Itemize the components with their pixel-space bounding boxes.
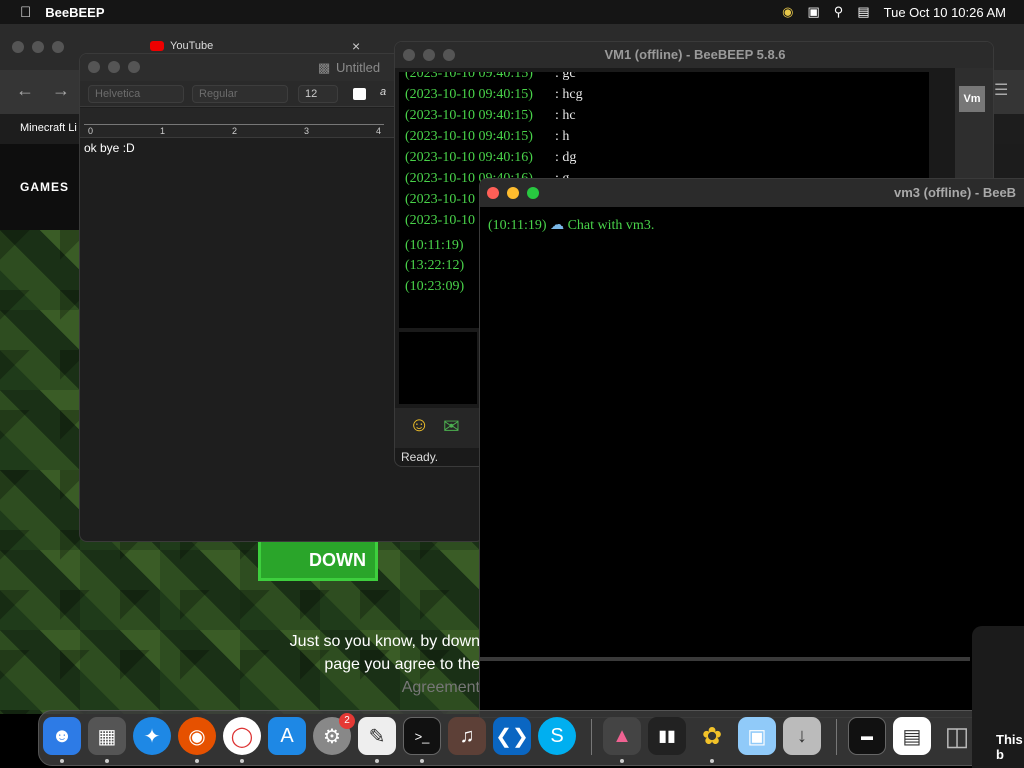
highlight-icon[interactable]: a <box>380 86 386 98</box>
running-indicator <box>710 759 714 763</box>
running-indicator <box>195 759 199 763</box>
preview-icon[interactable]: ▣ <box>738 717 776 755</box>
notification-badge: 2 <box>339 713 355 729</box>
launchpad-icon[interactable]: ▦ <box>88 717 126 755</box>
avatar[interactable]: Vm <box>959 86 985 112</box>
close-button[interactable] <box>12 41 24 53</box>
message-input[interactable] <box>399 332 477 404</box>
zoom-button[interactable] <box>128 61 140 73</box>
chat-bubble-icon: ☁ <box>550 218 565 233</box>
ruler-mark: 4 <box>376 126 382 136</box>
emoji-icon[interactable]: ☺ <box>409 414 429 437</box>
status-text: Ready. <box>401 450 439 464</box>
font-size-select[interactable]: 12 <box>298 85 338 103</box>
bookmark-minecraft[interactable]: Minecraft Li <box>20 122 77 134</box>
forward-icon[interactable]: → <box>52 80 70 101</box>
chrome-icon[interactable]: ◯ <box>223 717 261 755</box>
chat-line: (2023-10-10 09:40:15): gc <box>405 72 576 81</box>
ruler-mark: 1 <box>160 126 166 136</box>
chat-line: (2023-10-10 09:40:15): hc <box>405 108 576 123</box>
font-family-select[interactable]: Helvetica <box>88 85 184 103</box>
disclaimer-text: Just so you know, by down page you agree… <box>289 633 480 696</box>
beebeep-icon[interactable]: ✿ <box>693 717 731 755</box>
screen-recorder-icon[interactable]: ▬ <box>848 717 886 755</box>
running-indicator <box>420 759 424 763</box>
clock[interactable]: Tue Oct 10 10:26 AM <box>884 5 1006 20</box>
apple-icon[interactable]:  <box>20 4 31 21</box>
running-indicator <box>620 759 624 763</box>
chat-line: (2023-10-10 09:40:15): h <box>405 129 570 144</box>
zoom-button[interactable] <box>527 187 539 199</box>
chat-line: (2023-10-10 09:40:15): hcg <box>405 87 583 102</box>
screen-mirror-icon[interactable]: ▣ <box>808 4 820 20</box>
terminal-icon[interactable]: >_ <box>403 717 441 755</box>
running-indicator <box>240 759 244 763</box>
close-button[interactable] <box>88 61 100 73</box>
app-store-icon[interactable]: A <box>268 717 306 755</box>
chat-line: (2023-10-10 09:40:16): dg <box>405 150 577 165</box>
ruler-mark: 2 <box>232 126 238 136</box>
ruler-mark: 0 <box>88 126 94 136</box>
running-indicator <box>105 759 109 763</box>
minimize-button[interactable] <box>507 187 519 199</box>
vm3-chat-window: vm3 (offline) - BeeB (10:11:19) ☁ Chat w… <box>479 178 1024 718</box>
control-center-icon[interactable]: ▤ <box>857 4 869 20</box>
browser-tab-youtube[interactable]: YouTube <box>150 40 213 52</box>
chat-line: (10:11:19) <box>405 238 464 253</box>
close-button[interactable] <box>487 187 499 199</box>
skype-icon[interactable]: S <box>538 717 576 755</box>
ruler-line <box>84 124 384 125</box>
text-color-swatch[interactable] <box>353 88 366 100</box>
zoom-button[interactable] <box>52 41 64 53</box>
dock: ☻ ▦ ✦ ◉ ◯ A ⚙ 2 ✎ >_ ♫ ❮❯ S ▲ ▮▮ ✿ ▣ ↓ ▬… <box>38 710 988 766</box>
piano-icon[interactable]: ▮▮ <box>648 717 686 755</box>
vscode-icon[interactable]: ❮❯ <box>493 717 531 755</box>
tab-close-icon[interactable]: × <box>352 38 360 54</box>
downloads-icon[interactable]: ↓ <box>783 717 821 755</box>
font-style-select[interactable]: Regular <box>192 85 288 103</box>
back-icon[interactable]: ← <box>16 80 34 101</box>
minimize-button[interactable] <box>423 49 435 61</box>
menu-bar:  BeeBEEP ◉ ▣ ⚲ ▤ Tue Oct 10 10:26 AM <box>0 0 1024 24</box>
document-icon: ▩ <box>318 60 331 75</box>
chat-line: (10:11:19) ☁ Chat with vm3. <box>488 218 655 233</box>
dock-divider <box>836 719 837 755</box>
vm1-title-bar[interactable]: VM1 (offline) - BeeBEEP 5.8.6 <box>395 42 993 68</box>
send-mail-icon[interactable]: ✉ <box>443 414 460 439</box>
notification[interactable]: This b <box>972 626 1024 768</box>
zoom-button[interactable] <box>443 49 455 61</box>
window-title: vm3 (offline) - BeeB <box>894 185 1017 200</box>
ruler-mark: 3 <box>304 126 310 136</box>
window-title: VM1 (offline) - BeeBEEP 5.8.6 <box>604 47 786 62</box>
minimize-button[interactable] <box>108 61 120 73</box>
nav-games[interactable]: GAMES <box>20 180 69 194</box>
garageband-icon[interactable]: ♫ <box>448 717 486 755</box>
finder-icon[interactable]: ☻ <box>43 717 81 755</box>
document-icon[interactable]: ▤ <box>893 717 931 755</box>
running-indicator <box>375 759 379 763</box>
safari-icon[interactable]: ✦ <box>133 717 171 755</box>
window-title: Untitled <box>336 60 381 75</box>
firefox-icon[interactable]: ◉ <box>178 717 216 755</box>
menu-icon[interactable]: ☰ <box>994 80 1008 100</box>
dock-divider <box>591 719 592 755</box>
close-button[interactable] <box>403 49 415 61</box>
minimize-button[interactable] <box>32 41 44 53</box>
youtube-icon <box>150 41 164 51</box>
running-indicator <box>60 759 64 763</box>
beebeep-status-icon[interactable]: ◉ <box>782 4 793 20</box>
affinity-icon[interactable]: ▲ <box>603 717 641 755</box>
document-text[interactable]: ok bye :D <box>84 141 135 155</box>
textedit-icon[interactable]: ✎ <box>358 717 396 755</box>
chat-line: (10:23:09) <box>405 279 465 294</box>
download-button[interactable]: DOWN <box>258 537 378 581</box>
trash-icon[interactable]: ◫ <box>938 717 976 755</box>
chat-line: (13:22:12) <box>405 258 465 273</box>
vm3-title-bar[interactable]: vm3 (offline) - BeeB <box>480 179 1024 207</box>
app-name-menu[interactable]: BeeBEEP <box>45 5 104 20</box>
splitter[interactable] <box>480 657 970 661</box>
search-icon[interactable]: ⚲ <box>834 4 844 20</box>
